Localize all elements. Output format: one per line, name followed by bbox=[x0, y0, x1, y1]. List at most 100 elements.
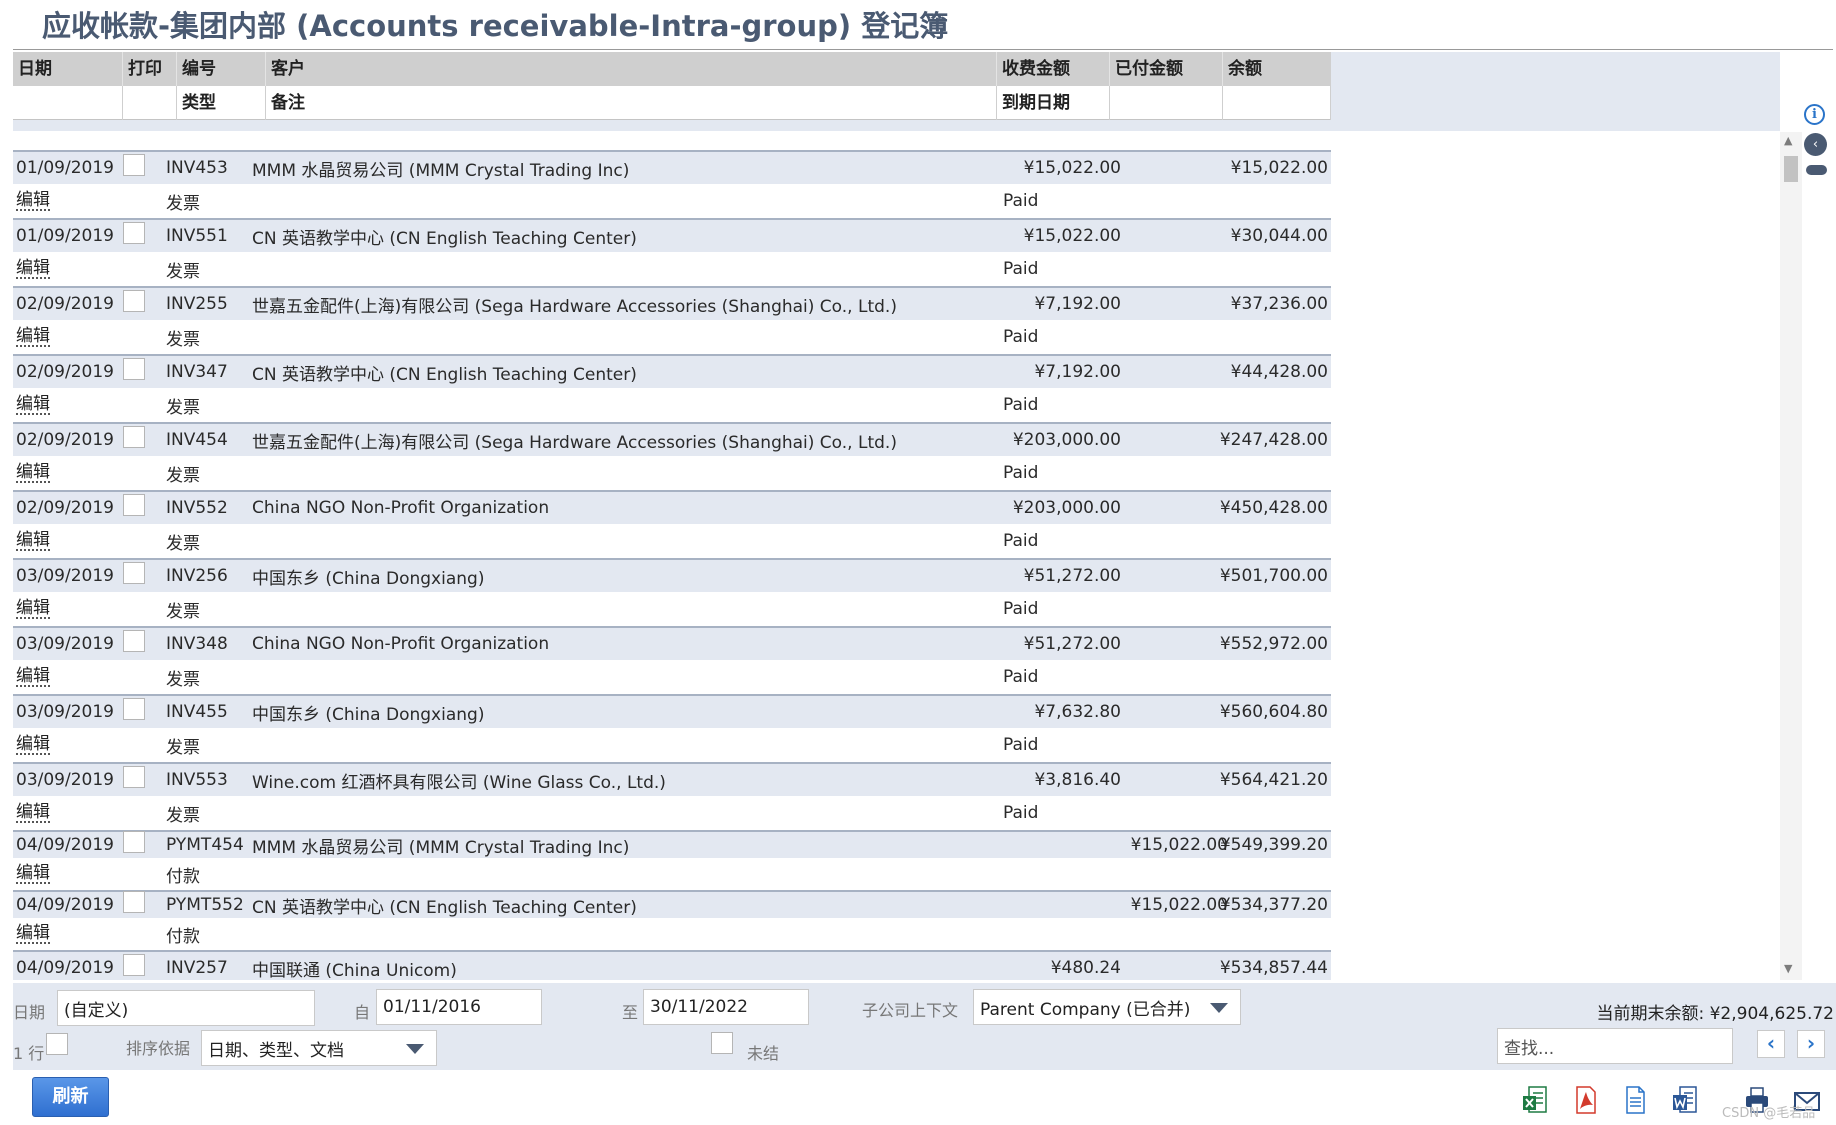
scroll-up-icon[interactable]: ▲ bbox=[1784, 134, 1792, 147]
edit-link[interactable]: 编辑 bbox=[16, 599, 50, 619]
entry-due-date: Paid bbox=[1003, 531, 1039, 551]
print-checkbox[interactable] bbox=[123, 954, 145, 976]
previous-page-button[interactable]: ‹ bbox=[1757, 1030, 1785, 1058]
header-row-secondary: 类型 备注 到期日期 bbox=[13, 86, 1331, 120]
minimize-icon[interactable] bbox=[1806, 165, 1827, 175]
edit-link[interactable]: 编辑 bbox=[16, 259, 50, 279]
from-date-input[interactable]: 01/11/2016 bbox=[376, 989, 542, 1025]
unclosed-checkbox[interactable] bbox=[711, 1032, 733, 1054]
edit-link-cell: 编辑 bbox=[16, 388, 76, 422]
search-input[interactable]: 查找... bbox=[1497, 1028, 1733, 1064]
print-checkbox-cell bbox=[120, 696, 148, 728]
info-icon[interactable]: i bbox=[1804, 104, 1825, 125]
col-customer[interactable]: 客户 bbox=[266, 52, 997, 86]
entry-balance: ¥552,972.00 bbox=[1219, 634, 1328, 654]
print-checkbox-cell bbox=[120, 424, 148, 456]
entry-balance: ¥247,428.00 bbox=[1219, 430, 1328, 450]
print-checkbox-cell bbox=[120, 764, 148, 796]
edit-link-cell: 编辑 bbox=[16, 796, 76, 830]
edit-link[interactable]: 编辑 bbox=[16, 463, 50, 483]
title-divider bbox=[13, 49, 1833, 50]
vertical-scrollbar[interactable] bbox=[1780, 132, 1802, 980]
ledger-entry: 04/09/2019 INV257 中国联通 (China Unicom) ¥4… bbox=[13, 950, 1331, 980]
print-checkbox[interactable] bbox=[123, 426, 145, 448]
entry-date: 04/09/2019 bbox=[16, 895, 114, 915]
entry-number: INV347 bbox=[166, 362, 228, 382]
ledger-entry: 02/09/2019 INV255 世嘉五金配件(上海)有限公司 (Sega H… bbox=[13, 286, 1331, 354]
edit-link[interactable]: 编辑 bbox=[16, 327, 50, 347]
edit-link[interactable]: 编辑 bbox=[16, 191, 50, 211]
col-blank-3 bbox=[1110, 86, 1223, 120]
header-row-primary: 日期 打印 编号 客户 收费金额 已付金额 余额 bbox=[13, 52, 1331, 86]
entry-due-date: Paid bbox=[1003, 599, 1039, 619]
scroll-down-icon[interactable]: ▼ bbox=[1784, 962, 1792, 975]
col-due-date[interactable]: 到期日期 bbox=[997, 86, 1110, 120]
entry-charge: ¥3,816.40 bbox=[1034, 770, 1121, 790]
entry-charge: ¥203,000.00 bbox=[1012, 430, 1121, 450]
edit-link[interactable]: 编辑 bbox=[16, 735, 50, 755]
scrollbar-thumb[interactable] bbox=[1784, 156, 1798, 182]
entry-charge: ¥51,272.00 bbox=[1023, 634, 1121, 654]
date-range-select[interactable]: (自定义) bbox=[57, 990, 315, 1026]
col-charge[interactable]: 收费金额 bbox=[997, 52, 1110, 86]
col-blank-1 bbox=[13, 86, 123, 120]
print-checkbox[interactable] bbox=[123, 358, 145, 380]
print-checkbox[interactable] bbox=[123, 222, 145, 244]
entry-detail-row: 编辑 发票 Paid bbox=[13, 660, 1331, 694]
print-checkbox[interactable] bbox=[123, 562, 145, 584]
print-checkbox[interactable] bbox=[123, 154, 145, 176]
entry-paid bbox=[1123, 356, 1228, 388]
export-excel-icon[interactable] bbox=[1521, 1084, 1549, 1116]
col-date[interactable]: 日期 bbox=[13, 52, 123, 86]
entry-number: PYMT552 bbox=[166, 895, 244, 915]
edit-link-cell: 编辑 bbox=[16, 918, 76, 950]
col-print[interactable]: 打印 bbox=[123, 52, 177, 86]
print-checkbox[interactable] bbox=[123, 290, 145, 312]
export-pdf-icon[interactable] bbox=[1571, 1084, 1599, 1116]
sort-by-select[interactable]: 日期、类型、文档 bbox=[201, 1030, 437, 1066]
col-paid[interactable]: 已付金额 bbox=[1110, 52, 1223, 86]
row-count-checkbox[interactable] bbox=[46, 1033, 68, 1055]
col-blank-2 bbox=[123, 86, 177, 120]
print-checkbox[interactable] bbox=[123, 891, 145, 913]
to-date-input[interactable]: 30/11/2022 bbox=[643, 989, 809, 1025]
export-word-icon[interactable] bbox=[1671, 1084, 1699, 1116]
subsidiary-context-select[interactable]: Parent Company (已合并) bbox=[973, 989, 1241, 1025]
col-number[interactable]: 编号 bbox=[177, 52, 266, 86]
col-memo[interactable]: 备注 bbox=[266, 86, 997, 120]
print-checkbox[interactable] bbox=[123, 766, 145, 788]
edit-link[interactable]: 编辑 bbox=[16, 864, 50, 884]
entry-main-row: 02/09/2019 INV347 CN 英语教学中心 (CN English … bbox=[13, 354, 1331, 388]
entry-due-date bbox=[1003, 918, 1113, 950]
export-document-icon[interactable] bbox=[1621, 1084, 1649, 1116]
edit-link[interactable]: 编辑 bbox=[16, 667, 50, 687]
entry-balance: ¥564,421.20 bbox=[1219, 770, 1328, 790]
print-checkbox[interactable] bbox=[123, 698, 145, 720]
col-type[interactable]: 类型 bbox=[177, 86, 266, 120]
entry-paid: ¥15,022.00 bbox=[1130, 835, 1228, 855]
collapse-panel-icon[interactable]: ‹ bbox=[1804, 133, 1827, 156]
entry-charge: ¥7,192.00 bbox=[1034, 362, 1121, 382]
edit-link-cell: 编辑 bbox=[16, 184, 76, 218]
subsidiary-context-label: 子公司上下文 bbox=[862, 1001, 959, 1020]
edit-link[interactable]: 编辑 bbox=[16, 531, 50, 551]
edit-link[interactable]: 编辑 bbox=[16, 395, 50, 415]
refresh-button[interactable]: 刷新 bbox=[32, 1077, 109, 1117]
entry-detail-row: 编辑 发票 Paid bbox=[13, 524, 1331, 558]
watermark: CSDN @毛若品 bbox=[1722, 1106, 1816, 1121]
entry-main-row: 02/09/2019 INV255 世嘉五金配件(上海)有限公司 (Sega H… bbox=[13, 286, 1331, 320]
print-checkbox[interactable] bbox=[123, 494, 145, 516]
col-balance[interactable]: 余额 bbox=[1223, 52, 1331, 86]
print-checkbox[interactable] bbox=[123, 831, 145, 853]
entry-detail-row: 编辑 发票 Paid bbox=[13, 592, 1331, 626]
entry-detail-row: 编辑 发票 Paid bbox=[13, 184, 1331, 218]
edit-link[interactable]: 编辑 bbox=[16, 803, 50, 823]
entry-paid bbox=[1123, 696, 1228, 728]
entry-date: 03/09/2019 bbox=[16, 634, 114, 654]
edit-link[interactable]: 编辑 bbox=[16, 924, 50, 944]
next-page-button[interactable]: › bbox=[1797, 1030, 1825, 1058]
entry-due-date: Paid bbox=[1003, 191, 1039, 211]
entry-charge: ¥15,022.00 bbox=[1023, 158, 1121, 178]
print-checkbox-cell bbox=[120, 492, 148, 524]
print-checkbox[interactable] bbox=[123, 630, 145, 652]
